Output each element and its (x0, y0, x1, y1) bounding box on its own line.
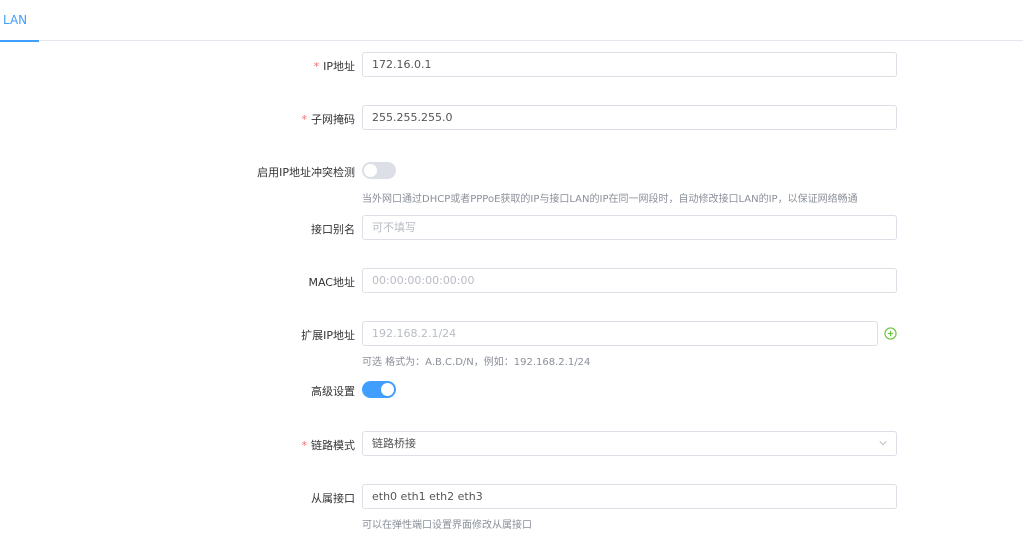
chevron-down-icon (879, 441, 887, 446)
tab-active-indicator (0, 40, 39, 42)
required-mark: * (301, 113, 308, 126)
slave-ports-label: 从属接口 (311, 492, 355, 505)
ip-conflict-switch[interactable] (362, 162, 396, 179)
mac-label: MAC地址 (308, 276, 355, 289)
netmask-value: 255.255.255.0 (372, 111, 453, 124)
link-mode-value: 链路桥接 (372, 437, 416, 450)
ip-input[interactable]: 172.16.0.1 (362, 52, 897, 77)
alias-label: 接口别名 (311, 223, 355, 236)
required-mark: * (301, 439, 308, 452)
advanced-label: 高级设置 (311, 385, 355, 398)
mac-input[interactable]: 00:00:00:00:00:00 (362, 268, 897, 293)
switch-knob (364, 164, 377, 177)
plus-circle-icon[interactable] (884, 327, 897, 340)
ext-ip-hint: 可选 格式为：A.B.C.D/N，例如：192.168.2.1/24 (362, 357, 591, 368)
netmask-label: * 子网掩码 (301, 113, 356, 126)
switch-knob (381, 383, 394, 396)
ext-ip-label: 扩展IP地址 (301, 329, 355, 342)
mac-placeholder: 00:00:00:00:00:00 (372, 274, 475, 287)
ip-value: 172.16.0.1 (372, 58, 432, 71)
link-mode-select[interactable]: 链路桥接 (362, 431, 897, 456)
ext-ip-input[interactable]: 192.168.2.1/24 (362, 321, 878, 346)
required-mark: * (313, 60, 320, 73)
ip-conflict-label: 启用IP地址冲突检测 (257, 166, 355, 179)
slave-ports-hint: 可以在弹性端口设置界面修改从属接口 (362, 520, 532, 531)
ext-ip-placeholder: 192.168.2.1/24 (372, 327, 457, 340)
alias-placeholder: 可不填写 (372, 221, 416, 234)
tab-lan-label: LAN (3, 13, 28, 27)
slave-ports-input[interactable]: eth0 eth1 eth2 eth3 (362, 484, 897, 509)
netmask-input[interactable]: 255.255.255.0 (362, 105, 897, 130)
link-mode-label: * 链路模式 (301, 439, 356, 452)
ip-conflict-hint: 当外网口通过DHCP或者PPPoE获取的IP与接口LAN的IP在同一网段时，自动… (362, 194, 858, 205)
ip-label: * IP地址 (313, 60, 355, 73)
tab-lan[interactable]: LAN (0, 0, 39, 42)
slave-ports-value: eth0 eth1 eth2 eth3 (372, 490, 483, 503)
alias-input[interactable]: 可不填写 (362, 215, 897, 240)
tab-bar: LAN (0, 0, 1023, 42)
advanced-switch[interactable] (362, 381, 396, 398)
